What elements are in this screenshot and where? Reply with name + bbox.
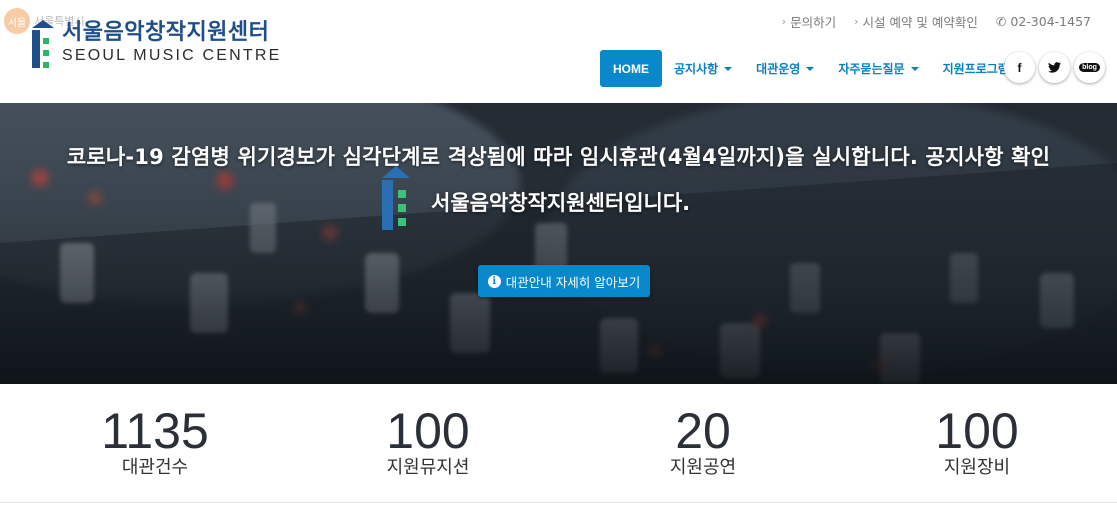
top-utility-bar: › 문의하기 › 시설 예약 및 예약확인 ✆ 02-304-1457: [782, 12, 1091, 31]
inquiry-label: 문의하기: [790, 15, 837, 30]
nav-faq[interactable]: 자주묻는질문: [826, 50, 930, 87]
nav-notices-label: 공지사항: [674, 62, 719, 76]
hero-subheadline: 서울음악창작지원센터입니다.: [431, 191, 691, 215]
nav-notices[interactable]: 공지사항: [662, 50, 744, 87]
music-centre-logo-icon: [382, 166, 410, 230]
caret-down-icon: [806, 66, 815, 71]
reservation-link[interactable]: › 시설 예약 및 예약확인: [854, 12, 978, 31]
blog-label: blog: [1079, 63, 1100, 72]
stat-value: 100: [935, 403, 1019, 459]
phone-number: 02-304-1457: [1010, 14, 1091, 29]
nav-home[interactable]: HOME: [600, 50, 662, 87]
nav-faq-label: 자주묻는질문: [838, 62, 905, 76]
stat-rentals: 1135 대관건수: [45, 406, 265, 480]
brand-name-korean: 서울음악창작지원센터: [62, 20, 270, 45]
info-icon: i: [487, 274, 501, 288]
stat-equipment: 100 지원장비: [867, 406, 1087, 480]
reservation-label: 시설 예약 및 예약확인: [862, 15, 978, 30]
stat-value: 20: [675, 403, 731, 459]
social-links: f blog: [1004, 52, 1105, 83]
rental-info-button[interactable]: i 대관안내 자세히 알아보기: [478, 265, 650, 297]
phone-link[interactable]: ✆ 02-304-1457: [996, 12, 1091, 31]
site-logo[interactable]: 서울음악창작지원센터 SEOUL MUSIC CENTRE: [30, 20, 281, 70]
facebook-icon[interactable]: f: [1004, 52, 1035, 83]
stat-value: 100: [386, 403, 470, 459]
twitter-icon[interactable]: [1039, 52, 1070, 83]
caret-down-icon: [724, 66, 733, 71]
chevron-right-icon: ›: [854, 15, 859, 28]
stat-label: 대관건수: [121, 457, 189, 478]
stat-performances: 20 지원공연: [593, 406, 813, 480]
rental-info-button-label: 대관안내 자세히 알아보기: [505, 274, 641, 290]
chevron-right-icon: ›: [781, 15, 787, 28]
nav-rental[interactable]: 대관운영: [744, 50, 826, 87]
site-header: 서울 서울특별시 서울음악창작지원센터 SEOUL MUSIC CENTRE ›…: [0, 0, 1117, 103]
caret-down-icon: [910, 66, 919, 71]
phone-icon: ✆: [995, 14, 1007, 29]
nav-support-program-label: 지원프로그램: [942, 62, 1009, 76]
hero-banner: 코로나-19 감염병 위기경보가 심각단계로 격상됨에 따라 임시휴관(4월4일…: [0, 103, 1117, 384]
music-centre-logo-icon: [32, 20, 54, 68]
stat-value: 1135: [101, 403, 209, 459]
stats-section: 1135 대관건수 100 지원뮤지션 20 지원공연 100 지원장비: [0, 384, 1117, 504]
main-nav: HOME 공지사항 대관운영 자주묻는질문 지원프로그램: [600, 50, 1021, 87]
blog-icon[interactable]: blog: [1074, 52, 1105, 83]
stat-label: 지원뮤지션: [386, 457, 470, 478]
hero-notice-headline[interactable]: 코로나-19 감염병 위기경보가 심각단계로 격상됨에 따라 임시휴관(4월4일…: [0, 141, 1117, 171]
stat-musicians: 100 지원뮤지션: [318, 406, 538, 480]
twitter-bird-icon: [1048, 62, 1061, 73]
nav-rental-label: 대관운영: [756, 62, 801, 76]
section-divider: [0, 502, 1117, 503]
seoul-logo-icon: 서울: [4, 8, 30, 34]
stat-label: 지원공연: [669, 457, 737, 478]
brand-name-english: SEOUL MUSIC CENTRE: [62, 47, 282, 64]
inquiry-link[interactable]: › 문의하기: [782, 12, 836, 31]
stat-label: 지원장비: [943, 457, 1011, 478]
